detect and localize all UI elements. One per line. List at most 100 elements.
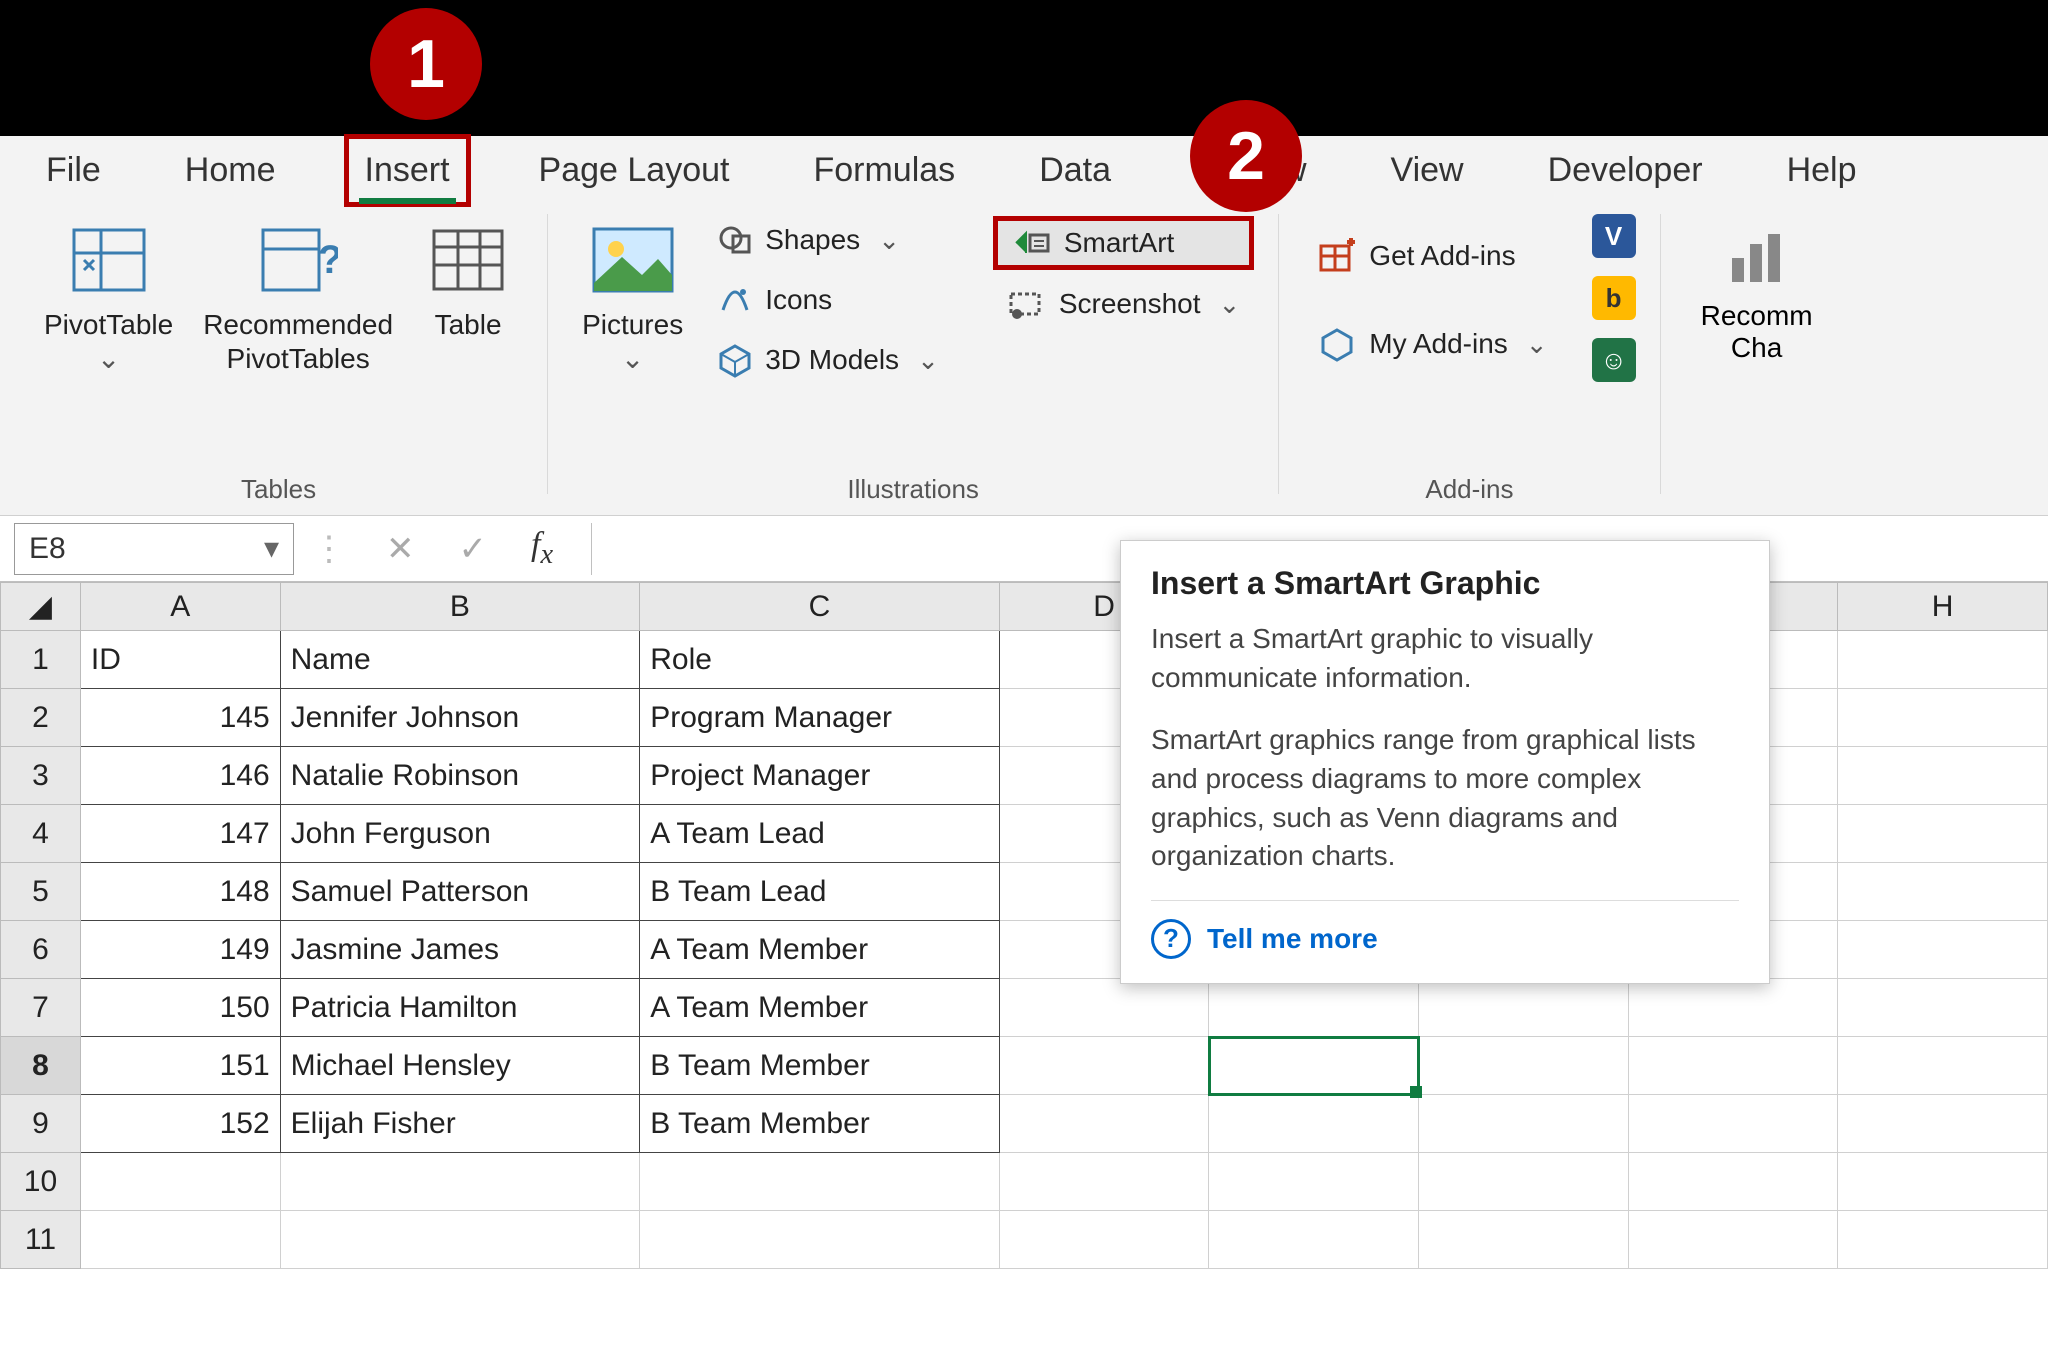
col-header-C[interactable]: C [640, 583, 1000, 631]
tooltip-paragraph-1: Insert a SmartArt graphic to visually co… [1151, 620, 1739, 697]
cell-E8[interactable] [1209, 1037, 1419, 1095]
visio-addin-icon[interactable]: V [1592, 214, 1636, 258]
recommended-pivottables-button[interactable]: ? Recommended PivotTables [193, 214, 403, 381]
cell-B2[interactable]: Jennifer Johnson [280, 689, 640, 747]
cell-A2[interactable]: 145 [80, 689, 280, 747]
people-addin-icon[interactable]: ☺ [1592, 338, 1636, 382]
shapes-icon [717, 222, 753, 258]
callout-step-1: 1 [370, 8, 482, 120]
row-header-6[interactable]: 6 [1, 921, 81, 979]
select-all-corner[interactable]: ◢ [1, 583, 81, 631]
cell-A3[interactable]: 146 [80, 747, 280, 805]
tab-data[interactable]: Data [1023, 139, 1127, 202]
row-header-11[interactable]: 11 [1, 1211, 81, 1269]
pictures-button[interactable]: Pictures⌄ [572, 214, 693, 381]
row-header-1[interactable]: 1 [1, 631, 81, 689]
tab-help[interactable]: Help [1771, 139, 1873, 202]
group-illustrations-label: Illustrations [847, 468, 979, 515]
cell-B3[interactable]: Natalie Robinson [280, 747, 640, 805]
cell-C3[interactable]: Project Manager [640, 747, 1000, 805]
callout-step-2: 2 [1190, 100, 1302, 212]
get-addins-icon [1317, 238, 1357, 274]
enter-formula-icon[interactable]: ✓ [459, 529, 488, 569]
cell-B1[interactable]: Name [280, 631, 640, 689]
cell-B5[interactable]: Samuel Patterson [280, 863, 640, 921]
smartart-button[interactable]: SmartArt [993, 216, 1254, 270]
tell-me-more-link[interactable]: ? Tell me more [1151, 919, 1739, 959]
cell-A6[interactable]: 149 [80, 921, 280, 979]
formula-bar-separator: ⋮ [312, 529, 346, 569]
3d-models-button[interactable]: 3D Models ⌄ [703, 336, 953, 384]
tab-insert[interactable]: Insert [344, 134, 471, 207]
row-header-7[interactable]: 7 [1, 979, 81, 1037]
tab-formulas[interactable]: Formulas [797, 139, 971, 202]
icons-button[interactable]: Icons [703, 276, 953, 324]
help-icon: ? [1151, 919, 1191, 959]
cell-A7[interactable]: 150 [80, 979, 280, 1037]
screenshot-label: Screenshot [1059, 288, 1201, 320]
icons-icon [717, 282, 753, 318]
shapes-button[interactable]: Shapes ⌄ [703, 216, 953, 264]
pivottable-label: PivotTable [44, 309, 173, 340]
table-icon [423, 220, 513, 300]
cell-A5[interactable]: 148 [80, 863, 280, 921]
cell-C1[interactable]: Role [640, 631, 1000, 689]
cancel-formula-icon[interactable]: ✕ [386, 529, 415, 569]
table-button[interactable]: Table [413, 214, 523, 348]
tab-file[interactable]: File [30, 139, 117, 202]
cell-A4[interactable]: 147 [80, 805, 280, 863]
bing-addin-icon[interactable]: b [1592, 276, 1636, 320]
name-box-dropdown-icon[interactable]: ▾ [264, 531, 279, 566]
tab-developer[interactable]: Developer [1532, 139, 1719, 202]
cell-B4[interactable]: John Ferguson [280, 805, 640, 863]
tooltip-title: Insert a SmartArt Graphic [1151, 565, 1739, 602]
cell-B9[interactable]: Elijah Fisher [280, 1095, 640, 1153]
tab-view[interactable]: View [1375, 139, 1480, 202]
recommended-pivottables-icon: ? [253, 220, 343, 300]
cell-C2[interactable]: Program Manager [640, 689, 1000, 747]
cell-B6[interactable]: Jasmine James [280, 921, 640, 979]
cell-A9[interactable]: 152 [80, 1095, 280, 1153]
cell-C9[interactable]: B Team Member [640, 1095, 1000, 1153]
name-box-value: E8 [29, 532, 66, 566]
row-header-4[interactable]: 4 [1, 805, 81, 863]
get-addins-button[interactable]: Get Add-ins [1303, 232, 1561, 280]
cell-C7[interactable]: A Team Member [640, 979, 1000, 1037]
cell-C8[interactable]: B Team Member [640, 1037, 1000, 1095]
group-tables: PivotTable⌄ ? Recommended PivotTables Ta… [20, 214, 537, 515]
cell-C5[interactable]: B Team Lead [640, 863, 1000, 921]
tab-page-layout[interactable]: Page Layout [523, 139, 746, 202]
tab-home[interactable]: Home [169, 139, 292, 202]
my-addins-button[interactable]: My Add-ins ⌄ [1303, 320, 1561, 368]
col-header-H[interactable]: H [1838, 583, 2048, 631]
svg-text:?: ? [318, 238, 338, 282]
insert-function-icon[interactable]: fx [531, 526, 553, 571]
my-addins-label: My Add-ins [1369, 328, 1508, 360]
row-header-10[interactable]: 10 [1, 1153, 81, 1211]
cell-A1[interactable]: ID [80, 631, 280, 689]
screenshot-button[interactable]: Screenshot ⌄ [993, 282, 1254, 326]
tooltip-paragraph-2: SmartArt graphics range from graphical l… [1151, 721, 1739, 876]
group-tables-label: Tables [241, 468, 316, 515]
get-addins-label: Get Add-ins [1369, 240, 1515, 272]
smartart-label: SmartArt [1064, 227, 1174, 259]
row-header-5[interactable]: 5 [1, 863, 81, 921]
cell-C4[interactable]: A Team Lead [640, 805, 1000, 863]
name-box[interactable]: E8 ▾ [14, 523, 294, 575]
cell-B7[interactable]: Patricia Hamilton [280, 979, 640, 1037]
row-header-8[interactable]: 8 [1, 1037, 81, 1095]
row-header-3[interactable]: 3 [1, 747, 81, 805]
col-header-B[interactable]: B [280, 583, 640, 631]
col-header-A[interactable]: A [80, 583, 280, 631]
smartart-icon [1012, 227, 1052, 259]
group-illustrations: Pictures⌄ Shapes ⌄ Icons 3D Models ⌄ [558, 214, 1268, 515]
row-header-9[interactable]: 9 [1, 1095, 81, 1153]
table-label: Table [435, 308, 502, 342]
recommended-charts-button[interactable]: Recomm Cha [1671, 214, 1813, 515]
screenshot-icon [1007, 288, 1047, 320]
cell-C6[interactable]: A Team Member [640, 921, 1000, 979]
cell-B8[interactable]: Michael Hensley [280, 1037, 640, 1095]
row-header-2[interactable]: 2 [1, 689, 81, 747]
pivottable-button[interactable]: PivotTable⌄ [34, 214, 183, 381]
cell-A8[interactable]: 151 [80, 1037, 280, 1095]
